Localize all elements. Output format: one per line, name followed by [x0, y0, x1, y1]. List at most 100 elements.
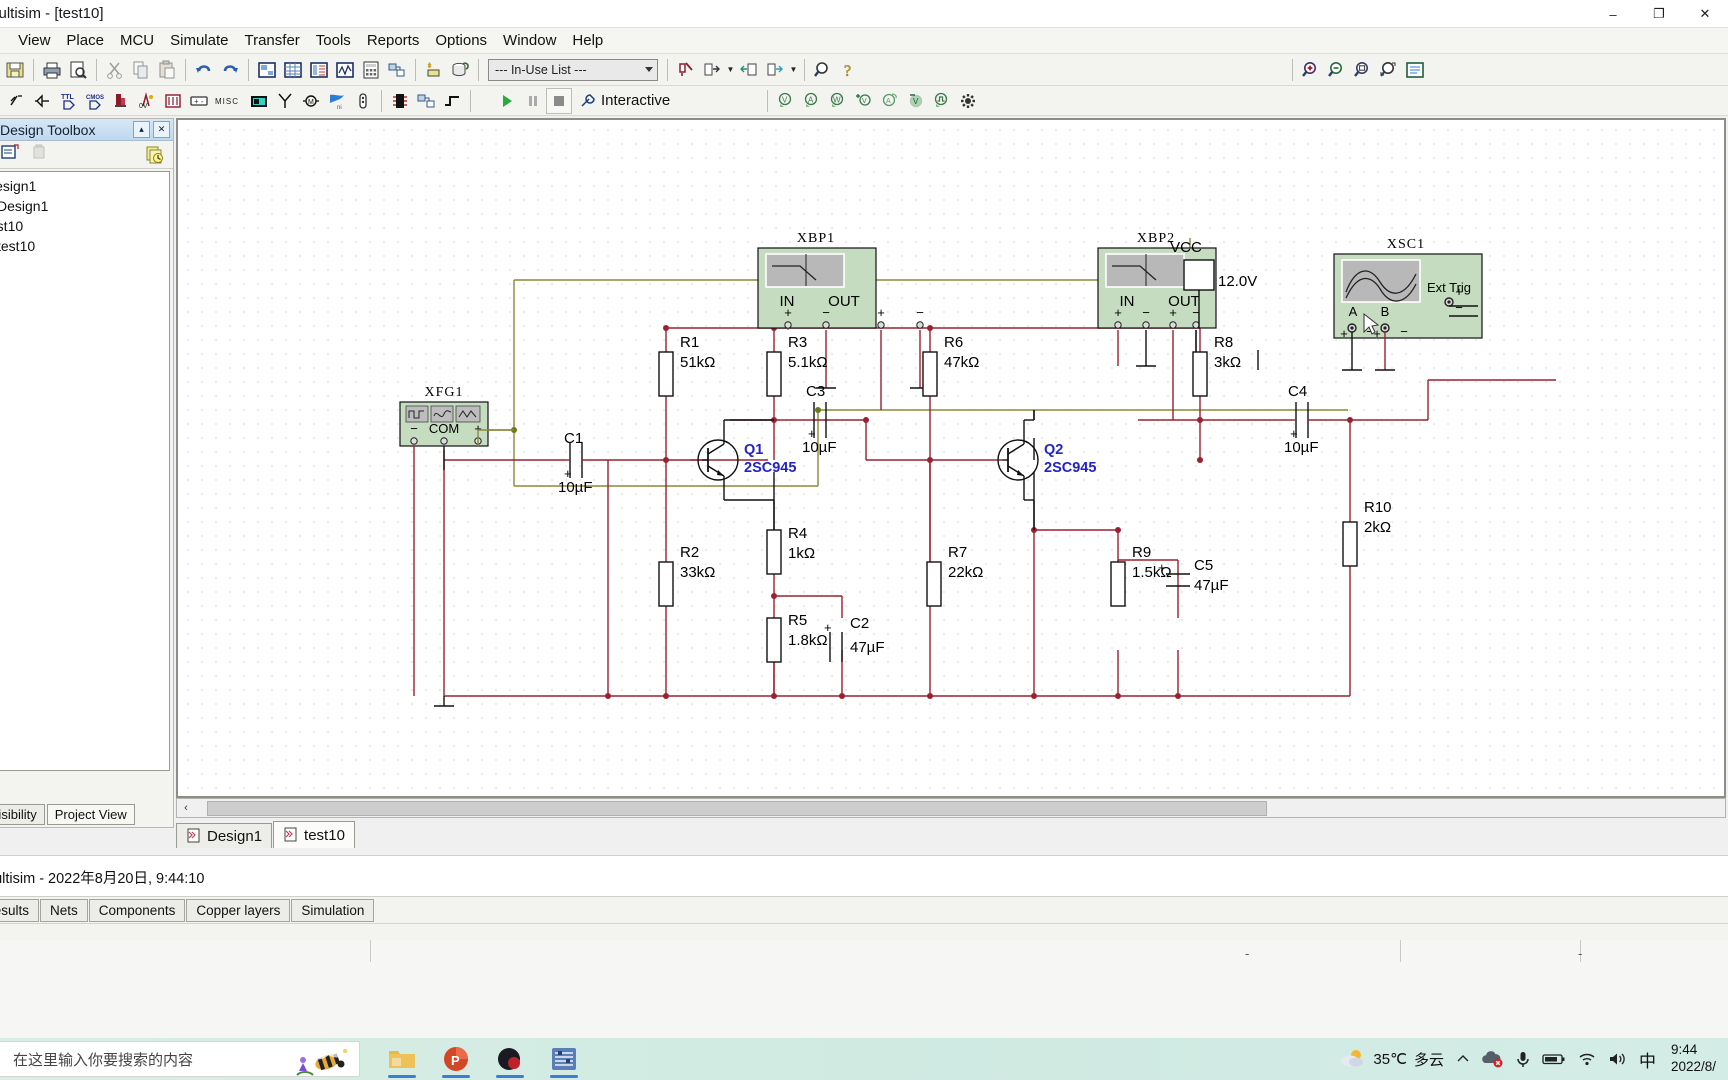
close-button[interactable]: ✕ [1682, 0, 1728, 28]
indicator-icon[interactable] [160, 88, 186, 114]
copy-icon[interactable] [128, 57, 154, 83]
microphone-icon[interactable] [1515, 1050, 1531, 1068]
menu-window[interactable]: Window [495, 29, 564, 52]
hierarchical-block-icon[interactable] [413, 88, 439, 114]
simulation-mode[interactable]: Interactive [572, 88, 762, 114]
postprocessor-icon[interactable] [358, 57, 384, 83]
rf-icon[interactable] [272, 88, 298, 114]
spreadsheet-view-icon[interactable] [280, 57, 306, 83]
delete-icon[interactable] [30, 143, 48, 166]
parent-sheet-icon[interactable] [384, 57, 410, 83]
weather-widget[interactable]: 35℃ 多云 [1340, 1048, 1444, 1070]
zoom-in-icon[interactable] [1298, 57, 1324, 83]
maximize-button[interactable]: ❐ [1636, 0, 1682, 28]
bottom-tab-nets[interactable]: Nets [40, 898, 88, 922]
create-component-icon[interactable] [421, 57, 447, 83]
source-icon[interactable] [4, 88, 30, 114]
print-preview-icon[interactable] [65, 57, 91, 83]
ttl-icon[interactable]: TTL [56, 88, 82, 114]
full-screen-icon[interactable] [254, 57, 280, 83]
design-toolbox-icon[interactable] [306, 57, 332, 83]
misc-digital-icon[interactable] [108, 88, 134, 114]
wifi-icon[interactable] [1577, 1051, 1597, 1067]
ime-indicator[interactable]: 中 [1639, 1047, 1656, 1072]
in-use-list-select[interactable]: --- In-Use List --- [488, 58, 658, 81]
save-icon[interactable] [2, 57, 28, 83]
menu-simulate[interactable]: Simulate [162, 29, 236, 52]
mcu-icon[interactable] [387, 88, 413, 114]
tree-item-test10[interactable]: test10 [0, 236, 169, 256]
forward-annotate-icon[interactable] [736, 57, 762, 83]
redo-icon[interactable] [217, 57, 243, 83]
back-annotate-caret-icon[interactable]: ▼ [725, 57, 736, 83]
in-use-list-icon[interactable] [762, 57, 788, 83]
referenced-voltage-probe-icon[interactable]: V [903, 88, 929, 114]
pause-icon[interactable] [520, 88, 546, 114]
in-use-caret-icon[interactable]: ▼ [788, 57, 799, 83]
multisim-icon[interactable] [540, 1038, 588, 1080]
menu-transfer[interactable]: Transfer [236, 29, 307, 52]
taskbar-clock[interactable]: 9:44 2022/8/ [1671, 1042, 1716, 1076]
tree-item-test10-root[interactable]: test10 [0, 216, 169, 236]
bottom-tab-components[interactable]: Components [88, 898, 186, 922]
dock-close-button[interactable]: ✕ [153, 121, 170, 138]
electromechanical-icon[interactable]: M [298, 88, 324, 114]
advanced-peripherals-icon[interactable] [246, 88, 272, 114]
run-icon[interactable] [494, 88, 520, 114]
power-probe-icon[interactable]: W [825, 88, 851, 114]
show-hidden-icons-icon[interactable] [1455, 1051, 1471, 1067]
onedrive-error-icon[interactable] [1482, 1050, 1504, 1068]
connectors-icon[interactable] [350, 88, 376, 114]
undo-icon[interactable] [191, 57, 217, 83]
grapher-icon[interactable] [332, 57, 358, 83]
mixed-icon[interactable]: 0V [134, 88, 160, 114]
cmos-icon[interactable]: CMOS [82, 88, 108, 114]
power-icon[interactable]: + - [186, 88, 212, 114]
erc-icon[interactable] [673, 57, 699, 83]
bottom-tab-copper-layers[interactable]: Copper layers [186, 898, 291, 922]
new-sheet-icon[interactable] [0, 143, 20, 166]
file-explorer-icon[interactable] [378, 1038, 426, 1080]
dock-tab-visibility[interactable]: Visibility [0, 804, 45, 825]
ni-components-icon[interactable]: ni [324, 88, 350, 114]
database-manager-icon[interactable] [447, 57, 473, 83]
find-icon[interactable] [810, 57, 836, 83]
tree-item-design1[interactable]: Design1 [0, 196, 169, 216]
menu-mcu[interactable]: MCU [112, 29, 162, 52]
help-icon[interactable]: ? [836, 57, 862, 83]
obs-studio-icon[interactable] [486, 1038, 534, 1080]
menu-file[interactable] [0, 29, 10, 52]
menu-help[interactable]: Help [564, 29, 611, 52]
zoom-area-icon[interactable] [1350, 57, 1376, 83]
current-probe-icon[interactable]: A [799, 88, 825, 114]
bottom-tab-results[interactable]: Results [0, 898, 40, 922]
scroll-left-button[interactable]: ‹ [177, 799, 195, 817]
dock-tab-project-view[interactable]: Project View [46, 804, 135, 825]
menu-place[interactable]: Place [58, 29, 112, 52]
project-tree[interactable]: Design1 Design1 test10 test10 [0, 171, 170, 771]
volume-icon[interactable] [1608, 1051, 1628, 1067]
stop-icon[interactable] [546, 87, 572, 114]
back-annotate-icon[interactable] [699, 57, 725, 83]
menu-view[interactable]: View [10, 29, 58, 52]
misc-icon[interactable]: MISC [212, 88, 246, 114]
schematic-canvas[interactable]: XBP1 IN OUT + − + − XBP2 IN OUT + − + − … [176, 118, 1726, 798]
menu-options[interactable]: Options [427, 29, 495, 52]
dock-collapse-button[interactable]: ▴ [133, 121, 150, 138]
ac-current-probe-icon[interactable]: A [877, 88, 903, 114]
basic-icon[interactable] [30, 88, 56, 114]
menu-tools[interactable]: Tools [308, 29, 359, 52]
differential-voltage-probe-icon[interactable]: V [851, 88, 877, 114]
taskbar-search-box[interactable]: 在这里输入你要搜索的内容 [0, 1041, 360, 1077]
zoom-fit-icon[interactable] [1376, 57, 1402, 83]
battery-icon[interactable] [1542, 1052, 1566, 1066]
minimize-button[interactable]: – [1590, 0, 1636, 28]
canvas-horizontal-scrollbar[interactable]: ‹ [176, 798, 1726, 818]
history-icon[interactable] [145, 145, 165, 170]
menu-reports[interactable]: Reports [359, 29, 428, 52]
probe-settings-icon[interactable] [955, 88, 981, 114]
powerpoint-icon[interactable]: P [432, 1038, 480, 1080]
cut-icon[interactable] [102, 57, 128, 83]
print-icon[interactable] [39, 57, 65, 83]
bus-icon[interactable] [439, 88, 465, 114]
